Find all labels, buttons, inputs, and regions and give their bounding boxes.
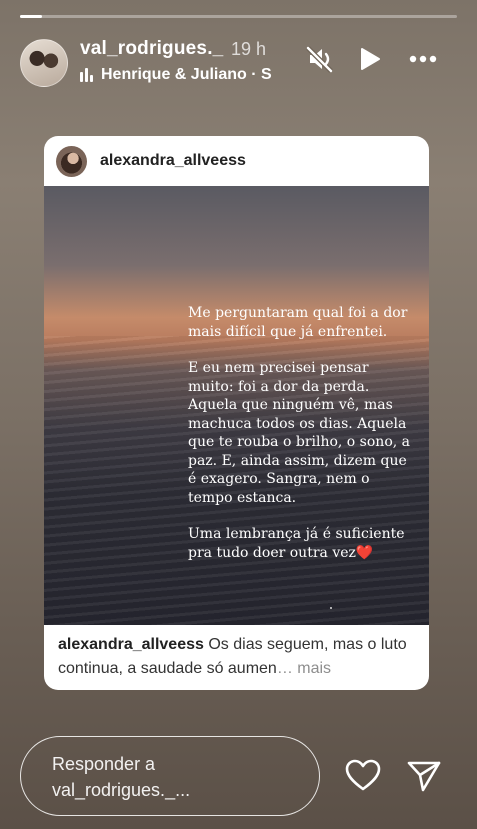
quote-paragraph-1: Me perguntaram qual foi a dor mais difíc… xyxy=(188,305,408,340)
music-title: Henrique & Juliano · S xyxy=(101,66,272,83)
caption-more-link[interactable]: … mais xyxy=(277,660,331,677)
story-progress-fill xyxy=(20,15,42,18)
reply-placeholder-line-2: val_rodrigues._... xyxy=(52,780,191,800)
post-author-username[interactable]: alexandra_allveess xyxy=(100,152,246,170)
image-speck xyxy=(330,607,332,609)
quote-paragraph-2: E eu nem precisei pensar muito: foi a do… xyxy=(188,360,410,506)
reply-input[interactable]: Responder a val_rodrigues._... xyxy=(20,736,320,816)
heart-emoji: ❤️ xyxy=(355,544,374,561)
post-caption[interactable]: alexandra_allveess Os dias seguem, mas o… xyxy=(58,633,417,681)
audio-bars-icon xyxy=(80,68,93,82)
play-icon[interactable] xyxy=(354,44,384,74)
avatar[interactable] xyxy=(20,39,68,87)
shared-post-card[interactable]: alexandra_allveess Me perguntaram qual f… xyxy=(44,136,429,690)
heart-icon[interactable] xyxy=(344,757,382,795)
caption-username: alexandra_allveess xyxy=(58,636,204,653)
story-time: 19 h xyxy=(231,39,267,59)
post-quote: Me perguntaram qual foi a dor mais difíc… xyxy=(188,304,418,580)
post-image[interactable]: Me perguntaram qual foi a dor mais difíc… xyxy=(44,186,429,625)
music-label[interactable]: Henrique & Juliano · S xyxy=(80,66,286,84)
post-author-avatar[interactable] xyxy=(56,146,87,177)
quote-paragraph-3: Uma lembrança já é suficiente pra tudo d… xyxy=(188,525,418,562)
story-username[interactable]: val_rodrigues._ xyxy=(80,38,223,60)
send-icon[interactable] xyxy=(405,757,443,795)
post-header: alexandra_allveess xyxy=(44,136,429,186)
story-progress-bar xyxy=(20,15,457,18)
more-options-icon[interactable] xyxy=(408,44,438,74)
story-header: val_rodrigues._ 19 h Henrique & Juliano … xyxy=(20,36,457,88)
reply-placeholder-line-1: Responder a xyxy=(52,754,156,774)
reply-placeholder: Responder a val_rodrigues._... xyxy=(52,751,190,803)
speaker-mute-icon[interactable] xyxy=(305,44,335,74)
